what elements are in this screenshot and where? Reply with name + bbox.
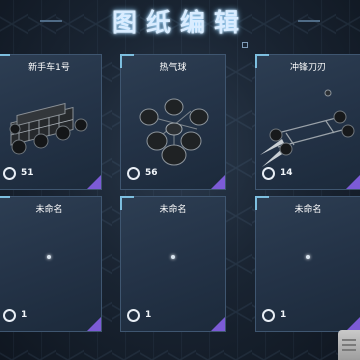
blueprint-name: 未命名	[294, 205, 322, 215]
blueprint-name: 未命名	[159, 205, 187, 215]
page-title: 图纸编辑	[111, 8, 248, 37]
blueprint-card[interactable]: 热气球 56	[120, 54, 226, 190]
part-count: 51	[21, 168, 34, 178]
part-count: 56	[145, 168, 158, 178]
part-count-icon	[262, 167, 275, 180]
part-count: 1	[145, 310, 152, 320]
empty-slot-dot-icon	[47, 255, 51, 259]
part-count-icon	[3, 309, 16, 322]
part-count: 1	[280, 310, 287, 320]
scroll-handle[interactable]	[338, 330, 360, 360]
blueprint-card[interactable]: 未命名 1	[255, 196, 360, 332]
blueprint-card[interactable]: 新手车1号 51	[0, 54, 102, 190]
title-square-ornament	[242, 42, 248, 48]
part-count-icon	[127, 167, 140, 180]
part-count: 14	[280, 168, 293, 178]
blueprint-card[interactable]: 冲锋刀刃 14	[255, 54, 360, 190]
blueprint-card[interactable]: 未命名 1	[120, 196, 226, 332]
part-count-icon	[3, 167, 16, 180]
blueprint-card[interactable]: 未命名 1	[0, 196, 102, 332]
part-count-icon	[262, 309, 275, 322]
empty-slot-dot-icon	[306, 255, 310, 259]
part-count: 1	[21, 310, 28, 320]
empty-slot-dot-icon	[171, 255, 175, 259]
blueprint-name: 未命名	[35, 205, 63, 215]
part-count-icon	[127, 309, 140, 322]
